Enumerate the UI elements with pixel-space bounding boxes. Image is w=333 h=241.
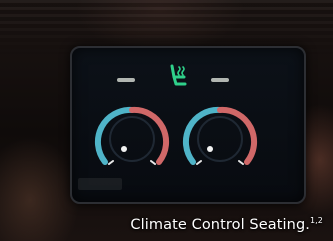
right-seat-temperature-dial <box>182 106 258 165</box>
display-lower-readout <box>78 178 122 190</box>
photo-caption: Climate Control Seating.1,2 <box>130 216 323 233</box>
caption-text: Climate Control Seating. <box>130 217 310 233</box>
left-level-indicator <box>117 78 135 82</box>
right-level-indicator <box>211 78 229 82</box>
heated-cooled-seat-icon <box>170 64 187 86</box>
left-seat-temperature-dial <box>94 106 170 165</box>
caption-footnote-marker: 1,2 <box>309 216 323 225</box>
left-dial-indicator <box>121 146 127 152</box>
right-dial-indicator <box>207 146 213 152</box>
